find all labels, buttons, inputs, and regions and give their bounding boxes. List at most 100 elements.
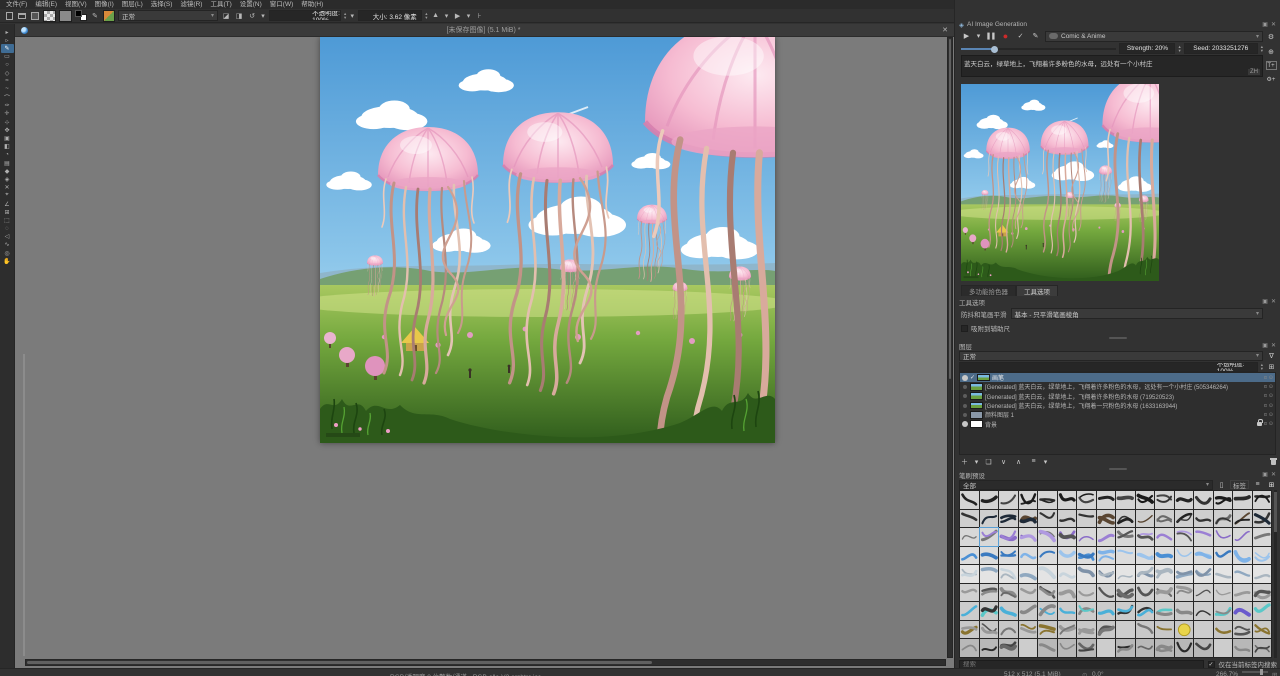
alpha-icon[interactable]: α: [1264, 375, 1267, 381]
brush-preset[interactable]: [1194, 584, 1213, 602]
brush-preset[interactable]: [999, 565, 1018, 583]
brush-preset[interactable]: [960, 639, 979, 657]
brush-grid-scrollbar[interactable]: [1274, 490, 1277, 658]
brush-preset[interactable]: [1019, 584, 1038, 602]
layer-thumbnail[interactable]: [970, 411, 983, 419]
menu-item-0[interactable]: 文件(F): [2, 0, 31, 9]
brush-preset[interactable]: [1019, 547, 1038, 565]
brush-preset[interactable]: [999, 491, 1018, 509]
tool-colorize-mask[interactable]: ✕: [1, 184, 14, 192]
layer-options-icon[interactable]: ⊙: [1269, 384, 1273, 390]
save-button[interactable]: [30, 11, 40, 21]
brush-preset[interactable]: [999, 547, 1018, 565]
float-docker-icon[interactable]: ▣: [1262, 471, 1268, 478]
brush-preset[interactable]: [1077, 584, 1096, 602]
brush-preset[interactable]: [1019, 565, 1038, 583]
brush-preset[interactable]: [1097, 547, 1116, 565]
brush-preset[interactable]: [980, 510, 999, 528]
brush-size-slider[interactable]: 大小: 3.62 像素: [358, 10, 422, 21]
tool-multibrush[interactable]: ✛: [1, 110, 14, 118]
brush-preset[interactable]: [1136, 621, 1155, 639]
preserve-alpha-button[interactable]: ◨: [234, 11, 244, 21]
chevron-down-icon[interactable]: ▾: [1043, 456, 1048, 467]
edit-prompt-button[interactable]: ✎: [1030, 31, 1041, 42]
rotation-icon[interactable]: ⊙: [1082, 671, 1087, 676]
brush-preset[interactable]: [1194, 565, 1213, 583]
alpha-icon[interactable]: α: [1264, 393, 1267, 399]
alpha-icon[interactable]: α: [1264, 412, 1267, 418]
tool-polygon[interactable]: ◇: [1, 69, 14, 77]
float-docker-icon[interactable]: ▣: [1262, 298, 1268, 305]
brush-preset[interactable]: [1233, 528, 1252, 546]
brush-preset[interactable]: [1097, 528, 1116, 546]
layer-row[interactable]: ✓画笔α⊙: [960, 373, 1275, 382]
brush-preset[interactable]: [999, 621, 1018, 639]
layer-thumbnail[interactable]: [970, 383, 983, 391]
brush-preset[interactable]: [1097, 510, 1116, 528]
menu-item-9[interactable]: 窗口(W): [266, 0, 297, 9]
brush-preset[interactable]: [1038, 584, 1057, 602]
tool-move[interactable]: ✥: [1, 126, 14, 134]
brush-preset[interactable]: [1077, 621, 1096, 639]
layer-thumbnail[interactable]: [970, 402, 983, 410]
mirror-view-button[interactable]: ▲: [431, 11, 441, 21]
brush-preset[interactable]: [1175, 510, 1194, 528]
brush-preset[interactable]: [1253, 621, 1272, 639]
brush-preset[interactable]: [960, 528, 979, 546]
tool-pan[interactable]: ✋: [1, 257, 14, 265]
layer-row[interactable]: [Generated] 蓝天白云，绿草地上，飞翔着一只粉色的水母 (163316…: [960, 401, 1275, 410]
tool-ellipse-select[interactable]: ◌: [1, 225, 14, 233]
brush-preset[interactable]: [999, 528, 1018, 546]
brush-preset[interactable]: [1214, 510, 1233, 528]
layer-row[interactable]: [Generated] 蓝天白云，绿草地上，飞翔着许多粉色的水母 (719520…: [960, 392, 1275, 401]
brush-preset[interactable]: [1253, 639, 1272, 657]
alpha-icon[interactable]: α: [1264, 421, 1267, 427]
layer-visibility-icon[interactable]: [963, 404, 967, 408]
brush-preset[interactable]: [1155, 639, 1174, 657]
brush-preset[interactable]: [1019, 639, 1038, 657]
brush-preset[interactable]: [999, 510, 1018, 528]
brush-preset[interactable]: [1214, 547, 1233, 565]
brush-preset[interactable]: [1214, 491, 1233, 509]
brush-preset[interactable]: [960, 491, 979, 509]
brush-preset[interactable]: [1214, 602, 1233, 620]
layer-thumbnail[interactable]: [970, 392, 983, 400]
layer-visibility-icon[interactable]: [962, 421, 968, 427]
brush-preset[interactable]: [1116, 565, 1135, 583]
brush-preset[interactable]: [1019, 528, 1038, 546]
brush-preset[interactable]: [980, 602, 999, 620]
smoothing-dropdown[interactable]: 基本 - 只平滑笔画棱角 ▾: [1011, 308, 1264, 319]
brush-preset[interactable]: [1155, 510, 1174, 528]
brush-preset[interactable]: [1175, 602, 1194, 620]
brush-preset[interactable]: [1077, 528, 1096, 546]
brush-preset[interactable]: [1019, 602, 1038, 620]
add-region-icon[interactable]: ⚙+: [1266, 74, 1277, 85]
wrap-around-button[interactable]: ▶: [453, 11, 463, 21]
brush-preset[interactable]: [1253, 528, 1272, 546]
tab-tool-options[interactable]: 工具选项: [1016, 285, 1058, 296]
layer-filter-icon[interactable]: ∇: [1266, 350, 1277, 361]
brush-preset[interactable]: [1194, 639, 1213, 657]
brush-preset[interactable]: [1077, 491, 1096, 509]
alpha-icon[interactable]: α: [1264, 384, 1267, 390]
search-scope-checkbox[interactable]: ✓: [1208, 661, 1215, 668]
brush-preset[interactable]: [1253, 547, 1272, 565]
tag-toggle[interactable]: 标签: [1230, 480, 1249, 489]
brush-preset[interactable]: [1116, 547, 1135, 565]
brush-preset[interactable]: [1175, 491, 1194, 509]
layer-options-icon[interactable]: ⊙: [1269, 393, 1273, 399]
brush-preset[interactable]: [1038, 639, 1057, 657]
edit-brush-settings-button[interactable]: ✎: [90, 11, 100, 21]
tool-polyline[interactable]: ≈: [1, 77, 14, 85]
add-text-layer-icon[interactable]: T+: [1266, 61, 1277, 70]
brush-preset[interactable]: [1253, 602, 1272, 620]
menu-item-4[interactable]: 图层(L): [118, 0, 147, 9]
brush-preset[interactable]: [1019, 510, 1038, 528]
menu-item-1[interactable]: 编辑(E): [31, 0, 61, 9]
tool-dynamic-brush[interactable]: ✑: [1, 102, 14, 110]
menu-item-6[interactable]: 滤镜(R): [176, 0, 206, 9]
brush-preset[interactable]: [980, 621, 999, 639]
tool-select-shapes[interactable]: ▸: [1, 28, 14, 36]
brush-preset[interactable]: [1175, 547, 1194, 565]
tool-transform[interactable]: ⊹: [1, 118, 14, 126]
